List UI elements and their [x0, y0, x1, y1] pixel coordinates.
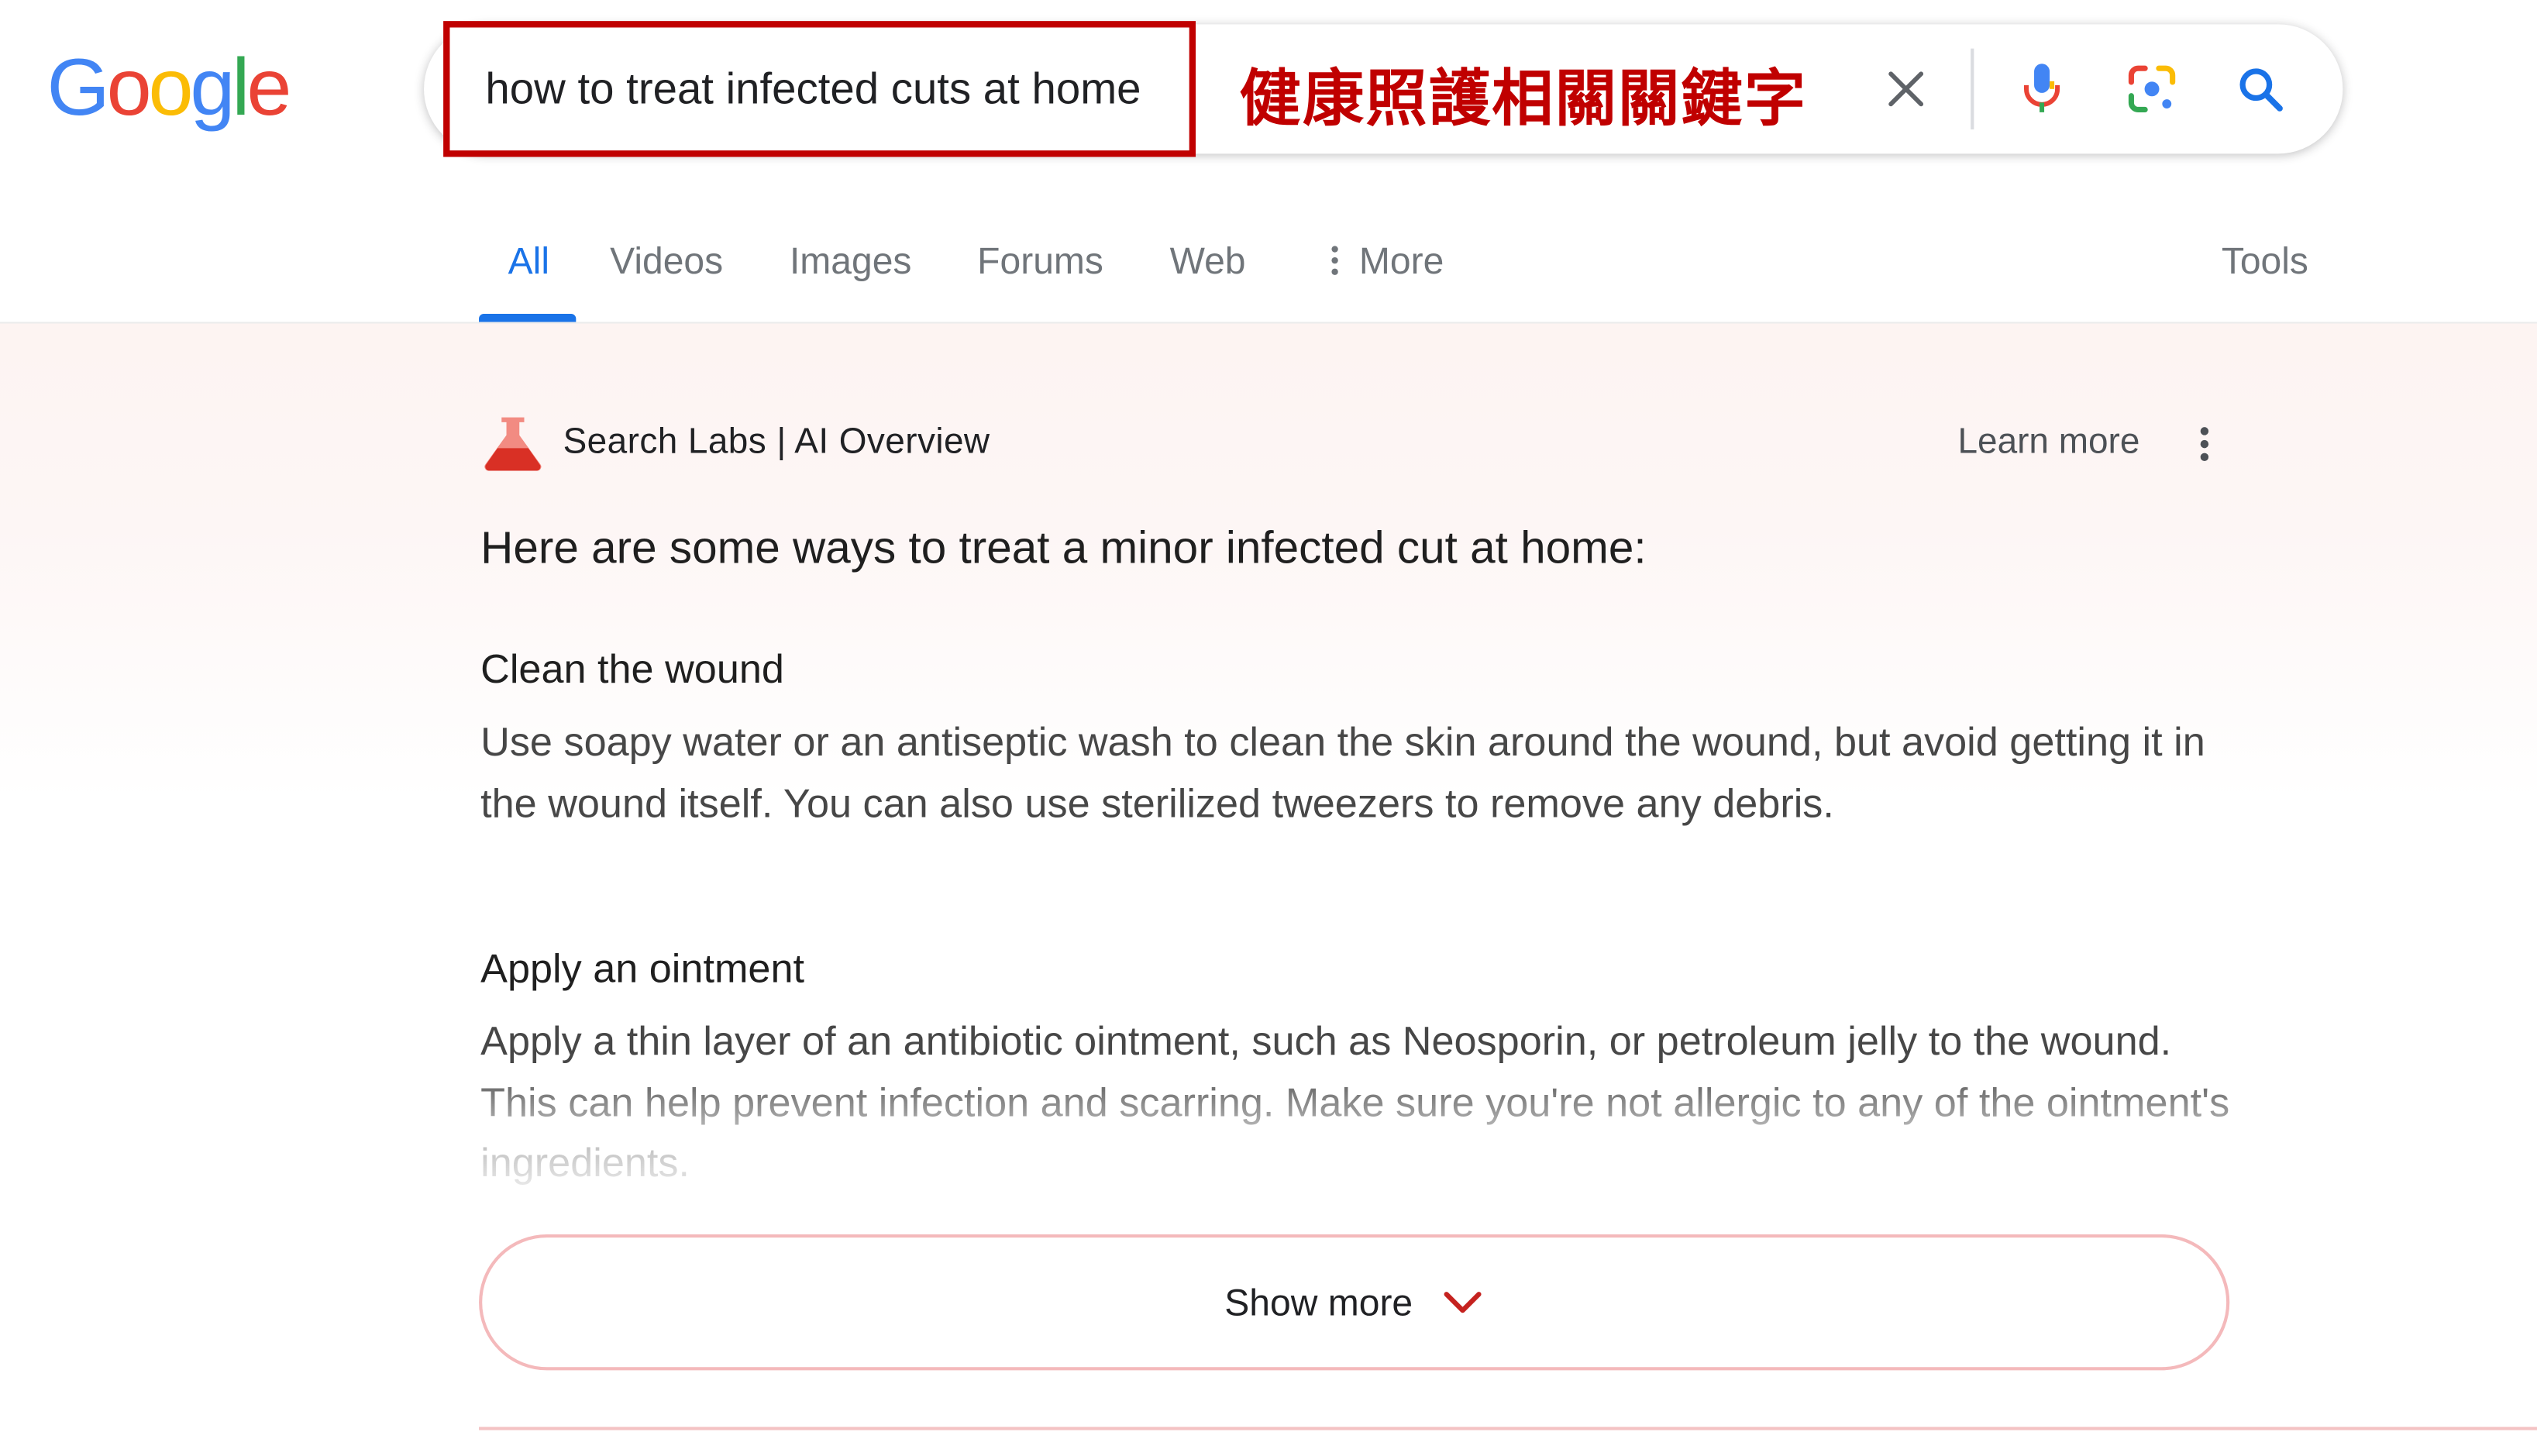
logo-letter: G [46, 42, 110, 133]
logo-letter: e [246, 42, 291, 133]
more-vert-icon [1331, 246, 1338, 275]
learn-more-link[interactable]: Learn more [1957, 421, 2139, 463]
lens-icon [2128, 65, 2176, 112]
active-tab-indicator [479, 314, 577, 322]
ai-overview-title: Search Labs | AI Overview [563, 420, 990, 462]
tab-all[interactable]: All [508, 239, 549, 283]
tools-button[interactable]: Tools [2222, 239, 2308, 283]
chevron-down-icon [1444, 1292, 1482, 1313]
search-button[interactable] [2225, 53, 2296, 125]
show-more-label: Show more [1224, 1280, 1413, 1323]
search-input-highlight[interactable]: how to treat infected cuts at home [443, 21, 1196, 157]
search-divider [1971, 48, 1974, 130]
tab-images[interactable]: Images [790, 239, 912, 283]
logo-letter: l [232, 42, 250, 133]
more-options-icon[interactable] [2184, 422, 2223, 471]
search-tabs: All Videos Images Forums Web More Tools [0, 226, 2537, 323]
section-body: Use soapy water or an antiseptic wash to… [480, 720, 2205, 826]
ai-overview-header: Search Labs | AI Overview Learn more [482, 412, 2229, 477]
tab-more-label: More [1358, 239, 1444, 282]
lens-search-button[interactable] [2116, 53, 2188, 125]
search-input[interactable]: how to treat infected cuts at home [449, 64, 1141, 114]
section-heading: Apply an ointment [480, 946, 804, 992]
logo-letter: g [190, 42, 235, 133]
section-divider [479, 1427, 2537, 1430]
search-icon [2239, 68, 2283, 112]
logo-letter: o [106, 42, 152, 133]
tab-forums[interactable]: Forums [977, 239, 1103, 283]
section-body: Apply a thin layer of an antibiotic oint… [480, 1019, 2230, 1186]
labs-flask-icon [484, 417, 542, 471]
tab-more[interactable]: More [1327, 239, 1444, 283]
logo-letter: o [148, 42, 194, 133]
show-more-button[interactable]: Show more [479, 1234, 2230, 1371]
annotation-label: 健康照護相關關鍵字 [1239, 63, 1808, 135]
google-logo-text: Google [46, 39, 292, 136]
clear-search-button[interactable] [1874, 57, 1939, 122]
google-logo[interactable]: Google [46, 39, 292, 136]
overview-intro: Here are some ways to treat a minor infe… [480, 522, 1647, 573]
close-icon [1888, 71, 1924, 107]
section-heading: Clean the wound [480, 647, 784, 693]
voice-search-button[interactable] [2006, 53, 2077, 125]
tab-web[interactable]: Web [1170, 239, 1246, 283]
tab-videos[interactable]: Videos [610, 239, 723, 283]
mic-icon [2024, 64, 2060, 112]
